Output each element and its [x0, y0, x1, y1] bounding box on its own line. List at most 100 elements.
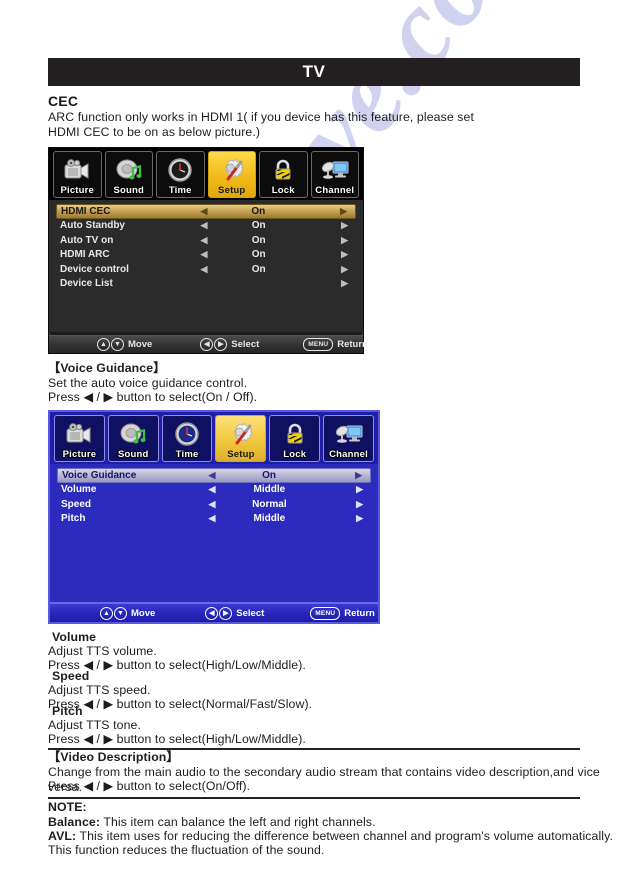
osd-menu-voice-guidance[interactable]: Picture Sound Time Setup Lock Channel Vo… — [48, 410, 380, 624]
left-arrow-key-icon: ◀ — [205, 606, 219, 620]
video-description-title: 【Video Description】 — [48, 750, 179, 764]
gear-screwdriver-icon — [216, 418, 265, 450]
osd-cec-row-device-control[interactable]: Device control ◀ On ▶ — [56, 262, 356, 277]
osd-voice-row-pitch-value: Middle — [253, 513, 286, 525]
osd-voice-icon-bar[interactable]: Picture Sound Time Setup Lock Channel — [50, 412, 378, 464]
right-arrow-icon[interactable]: ▶ — [312, 499, 367, 510]
osd-cec-row-device-control-value: On — [251, 263, 266, 275]
right-arrow-icon[interactable]: ▶ — [299, 249, 352, 260]
osd-cec-footer: ▲ ▼ Move ◀ ▶ Select MENU Return — [49, 335, 368, 353]
osd-cec-row-hdmi-cec-value: On — [251, 205, 266, 217]
osd-cec-row-auto-tv-on-value: On — [251, 234, 266, 246]
osd-cec-tab-sound-label: Sound — [113, 185, 145, 196]
osd-voice-row-pitch-label: Pitch — [61, 513, 86, 525]
osd-voice-tab-setup[interactable]: Setup — [215, 415, 267, 462]
left-arrow-icon[interactable]: ◀ — [197, 484, 227, 495]
clock-icon — [157, 154, 204, 186]
satellite-tv-icon — [324, 418, 373, 450]
osd-cec-tab-sound[interactable]: Sound — [104, 151, 153, 198]
camcorder-icon — [54, 154, 101, 186]
osd-voice-tab-channel-label: Channel — [329, 449, 368, 460]
osd-cec-tab-setup[interactable]: Setup — [207, 151, 256, 198]
page-title-bar: TV — [48, 58, 580, 86]
menu-key-icon: MENU — [310, 606, 341, 620]
osd-cec-footer-return: MENU Return — [303, 338, 368, 351]
osd-voice-tab-sound-label: Sound — [117, 449, 149, 460]
osd-voice-row-pitch[interactable]: Pitch ◀ Middle ▶ — [57, 512, 371, 527]
osd-cec-icon-bar[interactable]: Picture Sound Time Setup Lock Channel — [49, 148, 363, 200]
osd-voice-row-speed-label: Speed — [61, 498, 92, 510]
osd-voice-tab-picture[interactable]: Picture — [54, 415, 105, 462]
cec-paragraph-line1: ARC function only works in HDMI 1( if yo… — [48, 110, 474, 124]
osd-voice-row-speed[interactable]: Speed ◀ Normal ▶ — [57, 497, 371, 512]
right-arrow-icon[interactable]: ▶ — [299, 264, 352, 275]
left-arrow-icon[interactable]: ◀ — [197, 513, 227, 524]
osd-cec-row-device-list[interactable]: Device List ▶ — [56, 277, 356, 292]
clock-icon — [163, 418, 212, 450]
right-arrow-key-icon: ▶ — [214, 338, 228, 351]
osd-cec-row-hdmi-arc-label: HDMI ARC — [60, 249, 110, 261]
satellite-tv-icon — [312, 154, 359, 186]
osd-voice-row-volume-value: Middle — [253, 484, 286, 496]
osd-voice-row-speed-value: Normal — [252, 498, 287, 510]
right-arrow-icon[interactable]: ▶ — [298, 206, 351, 217]
osd-cec-tab-time-label: Time — [168, 185, 192, 196]
osd-voice-footer-select: ◀ ▶ Select — [205, 606, 264, 620]
osd-voice-tab-channel[interactable]: Channel — [323, 415, 374, 462]
left-arrow-icon[interactable]: ◀ — [190, 264, 219, 275]
note-title: NOTE: — [48, 800, 87, 814]
osd-voice-tab-time[interactable]: Time — [161, 415, 213, 462]
up-arrow-key-icon: ▲ — [100, 606, 113, 620]
osd-voice-tab-sound[interactable]: Sound — [107, 415, 159, 462]
osd-cec-tab-time[interactable]: Time — [156, 151, 205, 198]
osd-cec-row-auto-standby-value: On — [251, 220, 266, 232]
right-arrow-icon[interactable]: ▶ — [299, 235, 352, 246]
right-arrow-icon[interactable]: ▶ — [299, 220, 352, 231]
right-arrow-icon[interactable]: ▶ — [299, 278, 352, 289]
osd-cec-footer-move: ▲ ▼ Move — [97, 338, 152, 351]
right-arrow-key-icon: ▶ — [219, 606, 233, 620]
up-arrow-key-icon: ▲ — [97, 338, 110, 351]
speaker-note-icon — [109, 418, 158, 450]
note-avl-text: This item uses for reducing the differen… — [76, 829, 613, 843]
left-arrow-icon[interactable]: ◀ — [197, 499, 227, 510]
osd-voice-footer-move-label: Move — [131, 607, 156, 619]
left-arrow-key-icon: ◀ — [200, 338, 214, 351]
osd-cec-footer-return-label: Return — [337, 339, 368, 350]
osd-voice-row-voice-guidance-label: Voice Guidance — [62, 469, 137, 481]
osd-cec-row-auto-standby-label: Auto Standby — [60, 220, 125, 232]
leftright-keys-icon: ◀ ▶ — [205, 606, 233, 620]
osd-voice-row-voice-guidance[interactable]: Voice Guidance ◀ On ▶ — [57, 468, 371, 483]
osd-menu-cec[interactable]: Picture Sound Time Setup Lock Channel HD… — [48, 147, 368, 354]
osd-cec-footer-move-label: Move — [128, 339, 153, 350]
left-arrow-icon[interactable]: ◀ — [197, 470, 227, 481]
right-arrow-icon[interactable]: ▶ — [312, 513, 367, 524]
speaker-note-icon — [106, 154, 153, 186]
gear-screwdriver-icon — [209, 154, 256, 186]
osd-cec-row-hdmi-arc[interactable]: HDMI ARC ◀ On ▶ — [56, 248, 356, 263]
note-balance-text: This item can balance the left and right… — [100, 815, 376, 829]
divider-above-note — [48, 797, 580, 799]
osd-cec-row-auto-standby[interactable]: Auto Standby ◀ On ▶ — [56, 219, 356, 234]
osd-voice-row-volume-label: Volume — [61, 484, 97, 496]
osd-cec-tab-picture[interactable]: Picture — [53, 151, 102, 198]
osd-cec-row-auto-tv-on[interactable]: Auto TV on ◀ On ▶ — [56, 233, 356, 248]
right-arrow-icon[interactable]: ▶ — [311, 470, 366, 481]
osd-cec-tab-channel[interactable]: Channel — [310, 151, 359, 198]
osd-cec-tab-lock[interactable]: Lock — [259, 151, 308, 198]
osd-voice-footer: ▲ ▼ Move ◀ ▶ Select MENU Return — [50, 602, 378, 622]
right-arrow-icon[interactable]: ▶ — [312, 484, 367, 495]
speed-line2: Press ◀ / ▶ button to select(Normal/Fast… — [48, 697, 313, 711]
left-arrow-icon[interactable]: ◀ — [190, 206, 219, 217]
osd-voice-tab-lock[interactable]: Lock — [269, 415, 321, 462]
osd-voice-row-volume[interactable]: Volume ◀ Middle ▶ — [57, 483, 371, 498]
osd-cec-tab-lock-label: Lock — [271, 185, 295, 196]
osd-cec-row-hdmi-cec[interactable]: HDMI CEC ◀ On ▶ — [56, 204, 356, 219]
updown-keys-icon: ▲ ▼ — [100, 606, 127, 620]
osd-voice-footer-return: MENU Return — [310, 606, 375, 620]
left-arrow-icon[interactable]: ◀ — [190, 249, 219, 260]
page-title: TV — [302, 62, 326, 81]
volume-line1: Adjust TTS volume. — [48, 644, 157, 658]
left-arrow-icon[interactable]: ◀ — [190, 235, 219, 246]
left-arrow-icon[interactable]: ◀ — [190, 220, 219, 231]
